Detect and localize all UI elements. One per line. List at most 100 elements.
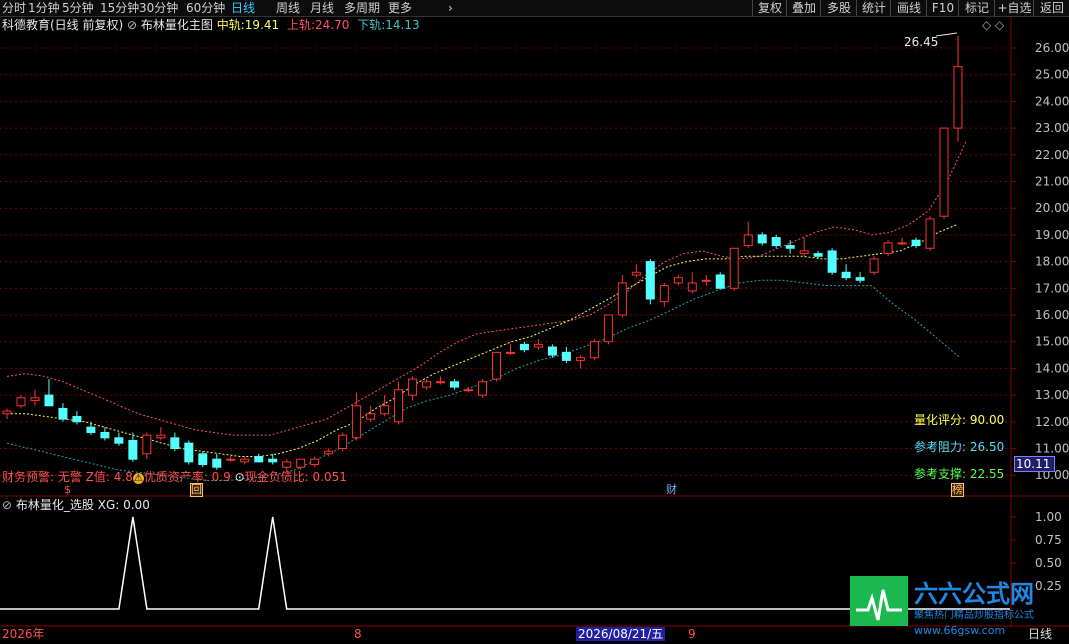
- toolbar-button-2[interactable]: 多股: [820, 0, 857, 16]
- period-tab-8[interactable]: 月线: [310, 0, 334, 16]
- candle[interactable]: [771, 234, 781, 249]
- candle[interactable]: [701, 274, 711, 286]
- candle[interactable]: [743, 221, 753, 249]
- candle[interactable]: [687, 272, 697, 294]
- candle[interactable]: [631, 264, 641, 278]
- candle[interactable]: [869, 256, 879, 275]
- candle[interactable]: [100, 427, 110, 441]
- candle[interactable]: [729, 247, 739, 291]
- upper-band-label: 上轨:: [286, 18, 316, 32]
- candle[interactable]: [883, 240, 893, 257]
- period-tab-10[interactable]: 更多: [388, 0, 412, 16]
- candle[interactable]: [198, 451, 208, 468]
- candle[interactable]: [603, 314, 613, 345]
- candle[interactable]: [324, 448, 334, 457]
- candle[interactable]: [72, 411, 82, 425]
- candle[interactable]: [478, 379, 487, 398]
- period-tab-9[interactable]: 多周期: [344, 0, 380, 16]
- candle[interactable]: [813, 250, 823, 259]
- candle[interactable]: [589, 339, 599, 361]
- event-marker-hui[interactable]: 回: [190, 483, 203, 497]
- candle[interactable]: [897, 237, 907, 246]
- candle[interactable]: [505, 344, 515, 356]
- candle[interactable]: [855, 272, 865, 283]
- candle[interactable]: [575, 355, 585, 369]
- candle[interactable]: [659, 282, 669, 307]
- candle[interactable]: [841, 264, 851, 281]
- candle[interactable]: [645, 258, 655, 305]
- candle[interactable]: [673, 274, 683, 286]
- price-tick-label: 24.00: [1035, 94, 1069, 108]
- candle[interactable]: [561, 347, 571, 364]
- candle[interactable]: [44, 379, 54, 407]
- candle[interactable]: [799, 237, 809, 257]
- candle[interactable]: [338, 432, 348, 452]
- candle[interactable]: [16, 395, 26, 409]
- candle[interactable]: [128, 432, 138, 462]
- price-tick-label: 25.00: [1035, 68, 1069, 82]
- candle[interactable]: [58, 403, 68, 422]
- settings-icon[interactable]: ⊘: [127, 18, 137, 32]
- candle[interactable]: [254, 453, 264, 463]
- candle-body: [743, 234, 753, 247]
- candle[interactable]: [911, 237, 921, 249]
- candle[interactable]: [422, 379, 432, 390]
- toolbar-button-1[interactable]: 叠加: [786, 0, 821, 16]
- candle[interactable]: [436, 376, 446, 385]
- diamond-icon[interactable]: ◇ ◇: [982, 18, 1004, 32]
- candle[interactable]: [2, 408, 12, 420]
- period-tab-7[interactable]: 周线: [276, 0, 300, 16]
- toolbar-button-7[interactable]: +自选: [994, 0, 1034, 16]
- more-arrow-icon[interactable]: ›: [448, 0, 453, 16]
- candle[interactable]: [394, 381, 404, 425]
- indicator-name[interactable]: 布林量化主图: [141, 18, 213, 32]
- candle[interactable]: [114, 432, 124, 446]
- period-tab-6[interactable]: 日线: [231, 0, 255, 16]
- toolbar-button-5[interactable]: F10: [926, 0, 959, 16]
- price-tick-label: 18.00: [1035, 255, 1069, 269]
- toolbar-button-4[interactable]: 画线: [890, 0, 927, 16]
- candle[interactable]: [380, 395, 390, 417]
- candle[interactable]: [547, 344, 557, 358]
- candle[interactable]: [953, 35, 963, 142]
- period-tab-5[interactable]: 60分钟: [186, 0, 225, 16]
- settings-icon[interactable]: ⊘: [2, 498, 12, 512]
- candle[interactable]: [310, 456, 320, 468]
- candle[interactable]: [156, 427, 166, 441]
- toolbar-button-0[interactable]: 复权: [752, 0, 787, 16]
- candle[interactable]: [827, 248, 837, 275]
- period-tab-2[interactable]: 5分钟: [62, 0, 94, 16]
- sub-indicator-name[interactable]: 布林量化_选股: [16, 498, 94, 512]
- candle[interactable]: [491, 351, 501, 382]
- candle[interactable]: [268, 453, 278, 465]
- event-marker-cai[interactable]: 财: [666, 483, 677, 497]
- candle[interactable]: [240, 456, 250, 465]
- event-marker-bang[interactable]: 榜: [951, 483, 964, 497]
- candle[interactable]: [212, 453, 222, 470]
- period-tab-4[interactable]: 30分钟: [139, 0, 178, 16]
- toolbar-button-6[interactable]: 标记: [958, 0, 995, 16]
- candle[interactable]: [533, 339, 543, 350]
- kline-chart[interactable]: 26.00 25.00 24.00 23.00 22.00 21.00 20.00 19.00…: [0, 17, 1069, 644]
- candle[interactable]: [757, 232, 767, 246]
- period-tab-0[interactable]: 分时: [2, 0, 26, 16]
- candle[interactable]: [450, 379, 460, 390]
- candle[interactable]: [142, 432, 152, 460]
- candle[interactable]: [925, 216, 935, 251]
- candle[interactable]: [184, 440, 194, 465]
- candle[interactable]: [939, 127, 949, 219]
- candle[interactable]: [352, 392, 362, 441]
- candle[interactable]: [408, 376, 418, 401]
- candle[interactable]: [366, 405, 376, 422]
- candle[interactable]: [519, 341, 529, 353]
- period-tab-1[interactable]: 1分钟: [28, 0, 60, 16]
- candle[interactable]: [715, 272, 725, 289]
- candle[interactable]: [617, 274, 627, 318]
- candle[interactable]: [86, 421, 96, 436]
- toolbar-button-3[interactable]: 统计: [856, 0, 891, 16]
- period-tab-3[interactable]: 15分钟: [100, 0, 139, 16]
- toolbar-button-8[interactable]: 返回: [1033, 0, 1069, 16]
- candle[interactable]: [30, 389, 40, 406]
- event-marker-s[interactable]: $: [64, 483, 71, 497]
- candle[interactable]: [170, 432, 180, 452]
